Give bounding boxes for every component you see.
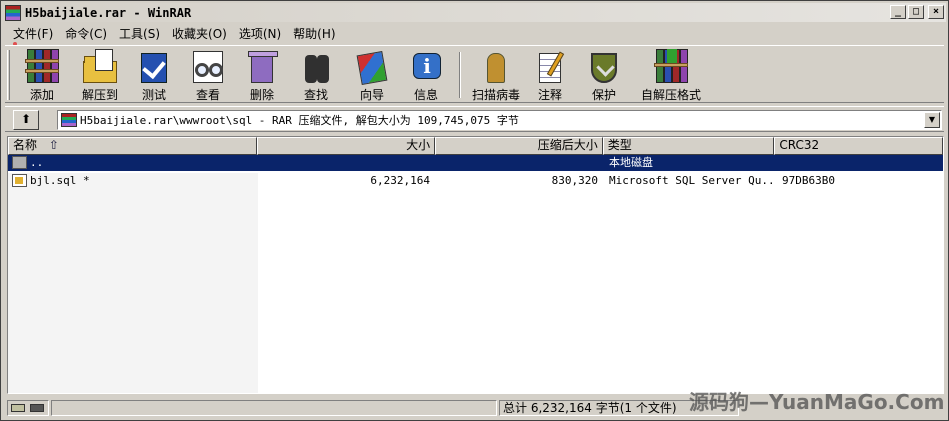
- archive-icon: [61, 113, 77, 127]
- status-icons: [7, 400, 49, 416]
- info-label: 信息: [413, 88, 438, 102]
- sql-file-icon: [12, 174, 27, 187]
- sfx-books-icon: [652, 49, 690, 83]
- row-name: bjl.sql *: [30, 174, 90, 187]
- extract-to-label: 解压到: [81, 88, 118, 102]
- toolbar-grip[interactable]: [7, 50, 10, 100]
- winrar-window: H5baijiale.rar - WinRAR _ □ × 文件(F) 命令(C…: [0, 0, 949, 421]
- row-packed: 830,320: [551, 174, 598, 187]
- extract-folder-icon: [81, 49, 119, 83]
- menu-tools[interactable]: 工具(S): [113, 25, 166, 42]
- sort-arrow-icon: ⇧: [48, 138, 59, 152]
- sfx-label: 自解压格式: [640, 88, 701, 102]
- scan-virus-icon: [477, 49, 515, 83]
- test-check-icon: [135, 49, 173, 83]
- up-folder-button[interactable]: ⬆: [13, 110, 39, 130]
- protect-shield-icon: [585, 49, 623, 83]
- wizard-label: 向导: [359, 88, 384, 102]
- wizard-button[interactable]: 向导: [345, 49, 399, 103]
- maximize-button[interactable]: □: [908, 5, 924, 19]
- header-packed[interactable]: 压缩后大小: [435, 137, 603, 155]
- add-books-icon: [23, 49, 61, 83]
- menu-file[interactable]: 文件(F): [7, 25, 59, 42]
- scan-virus-label: 扫描病毒: [471, 88, 520, 102]
- extract-to-button[interactable]: 解压到: [73, 49, 127, 103]
- delete-label: 删除: [249, 88, 274, 102]
- comment-pen-icon: [531, 49, 569, 83]
- menu-commands[interactable]: 命令(C): [59, 25, 113, 42]
- name-column-shade: [8, 173, 258, 393]
- minimize-button[interactable]: _: [890, 5, 906, 19]
- menu-favorites[interactable]: 收藏夹(O): [166, 25, 233, 42]
- add-label: 添加: [29, 88, 54, 102]
- menu-bar: 文件(F) 命令(C) 工具(S) 收藏夹(O) 选项(N) 帮助(H): [7, 23, 342, 43]
- menu-help[interactable]: 帮助(H): [287, 25, 341, 42]
- info-button[interactable]: i 信息: [399, 49, 453, 103]
- header-size[interactable]: 大小: [257, 137, 436, 155]
- wizard-wand-icon: [353, 49, 391, 86]
- protect-label: 保护: [591, 88, 616, 102]
- view-button[interactable]: 查看: [181, 49, 235, 103]
- row-type: 本地磁盘: [609, 156, 653, 169]
- row-size: 6,232,164: [370, 174, 430, 187]
- file-list[interactable]: 名称 ⇧ 大小 压缩后大小 类型 CRC32 .. 本地磁盘 bjl.sql *…: [7, 136, 944, 394]
- add-button[interactable]: 添加: [15, 49, 69, 103]
- address-path: H5baijiale.rar\wwwroot\sql - RAR 压缩文件, 解…: [80, 114, 519, 127]
- window-title: H5baijiale.rar - WinRAR: [25, 5, 192, 20]
- header-name-label: 名称: [13, 138, 38, 152]
- header-name[interactable]: 名称 ⇧: [8, 137, 258, 155]
- row-crc: 97DB63B0: [782, 174, 835, 187]
- table-row[interactable]: .. 本地磁盘: [8, 155, 943, 171]
- watermark-text: 源码狗—YuanMaGo.Com: [689, 390, 945, 414]
- close-button[interactable]: ×: [928, 5, 944, 19]
- delete-button[interactable]: 删除: [235, 49, 289, 103]
- row-name: ..: [30, 156, 44, 169]
- address-field[interactable]: H5baijiale.rar\wwwroot\sql - RAR 压缩文件, 解…: [57, 110, 942, 130]
- list-header: 名称 ⇧ 大小 压缩后大小 类型 CRC32: [8, 137, 943, 155]
- key-icon[interactable]: [30, 404, 44, 412]
- comment-button[interactable]: 注释: [523, 49, 577, 103]
- sfx-button[interactable]: 自解压格式: [635, 49, 707, 103]
- comment-label: 注释: [537, 88, 562, 102]
- title-bar[interactable]: H5baijiale.rar - WinRAR _ □ ×: [3, 3, 946, 22]
- winrar-app-icon[interactable]: [5, 4, 21, 21]
- test-label: 测试: [141, 88, 166, 102]
- toolbar-separator: [459, 52, 461, 98]
- info-icon: i: [407, 49, 445, 83]
- view-label: 查看: [195, 88, 220, 102]
- protect-button[interactable]: 保护: [577, 49, 631, 103]
- status-selection-pane: [51, 400, 497, 416]
- view-glasses-icon: [189, 49, 227, 83]
- toolbar: 添加 解压到 测试 查看 删除 查找 向导 i 信息 扫描病毒 注释 保护 自解…: [5, 45, 944, 103]
- scan-virus-button[interactable]: 扫描病毒: [465, 49, 527, 103]
- find-binoculars-icon: [297, 49, 335, 83]
- address-bar: ⬆ H5baijiale.rar\wwwroot\sql - RAR 压缩文件,…: [5, 106, 944, 132]
- row-type: Microsoft SQL Server Qu...: [609, 174, 777, 187]
- menu-options[interactable]: 选项(N): [233, 25, 287, 42]
- header-type[interactable]: 类型: [602, 137, 775, 155]
- find-label: 查找: [303, 88, 328, 102]
- test-button[interactable]: 测试: [127, 49, 181, 103]
- folder-up-icon: [12, 156, 27, 169]
- table-row[interactable]: bjl.sql * 6,232,164 830,320 Microsoft SQ…: [8, 173, 943, 189]
- drive-icon[interactable]: [11, 404, 25, 412]
- header-crc[interactable]: CRC32: [774, 137, 943, 155]
- address-dropdown-button[interactable]: ▼: [924, 112, 940, 128]
- delete-trash-icon: [243, 49, 281, 83]
- find-button[interactable]: 查找: [289, 49, 343, 103]
